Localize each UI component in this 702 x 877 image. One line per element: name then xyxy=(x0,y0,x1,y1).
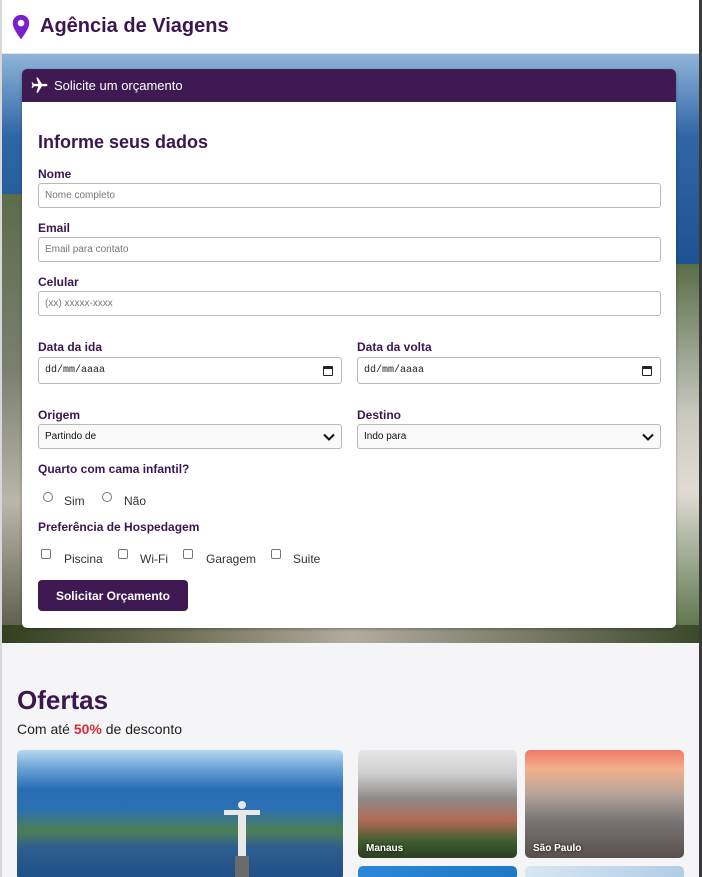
lodging-question: Preferência de Hospedagem xyxy=(38,520,200,534)
phone-label: Celular xyxy=(38,275,79,289)
christ-statue-image xyxy=(224,801,260,877)
offers-subtitle-prefix: Com até xyxy=(17,721,74,737)
return-date-label: Data da volta xyxy=(357,340,432,354)
radio-nao-label: Não xyxy=(124,494,147,508)
offer-tile-sao-paulo[interactable]: São Paulo xyxy=(525,750,684,858)
quote-card-header: Solicite um orçamento xyxy=(22,69,676,102)
name-input[interactable]: Nome completo xyxy=(38,183,661,208)
site-title[interactable]: Agência de Viagens xyxy=(40,15,229,38)
destination-select[interactable]: Indo para xyxy=(357,424,661,449)
offer-tile-partial-left[interactable] xyxy=(358,866,517,877)
name-label: Nome xyxy=(38,167,72,181)
airplane-icon xyxy=(31,77,48,93)
hero-coast-right xyxy=(673,264,699,643)
email-input[interactable]: Email para contato xyxy=(38,237,661,262)
discount-value: 50% xyxy=(73,721,102,737)
return-date-value: dd/mm/aaaa xyxy=(364,365,425,376)
departure-date-value: dd/mm/aaaa xyxy=(45,365,106,376)
offers-subtitle-suffix: de desconto xyxy=(101,721,183,737)
request-quote-button[interactable]: Solicitar Orçamento xyxy=(38,580,188,611)
offers-subtitle: Com até 50% de desconto xyxy=(17,721,182,737)
calendar-icon[interactable] xyxy=(642,365,652,376)
offer-city-manaus: Manaus xyxy=(366,843,404,854)
phone-input[interactable]: (xx) xxxxx-xxxx xyxy=(38,291,661,316)
email-label: Email xyxy=(38,221,71,235)
checkbox-wifi[interactable] xyxy=(118,549,128,559)
form-heading: Informe seus dados xyxy=(38,132,209,152)
offers-section: Ofertas Com até 50% de desconto Manaus S… xyxy=(2,643,699,877)
calendar-icon[interactable] xyxy=(323,365,333,376)
checkbox-garagem[interactable] xyxy=(183,549,193,559)
destination-label: Destino xyxy=(357,408,402,422)
offer-city-sao-paulo: São Paulo xyxy=(533,843,582,854)
checkbox-suite-label: Suite xyxy=(293,552,321,566)
origin-selected-value: Partindo de xyxy=(45,431,97,442)
offer-tile-rio[interactable] xyxy=(17,750,343,877)
departure-date-label: Data da ida xyxy=(38,340,103,354)
radio-nao[interactable] xyxy=(102,492,112,502)
radio-sim-label: Sim xyxy=(64,494,85,508)
checkbox-piscina[interactable] xyxy=(41,549,51,559)
offer-tile-partial-right[interactable] xyxy=(525,866,684,877)
site-header: Agência de Viagens xyxy=(0,0,702,54)
chevron-down-icon xyxy=(323,433,335,441)
chevron-down-icon xyxy=(642,433,654,441)
window-border-left xyxy=(0,0,2,877)
radio-sim[interactable] xyxy=(43,492,53,502)
map-pin-icon xyxy=(12,14,30,39)
child-bed-question: Quarto com cama infantil? xyxy=(38,462,190,476)
departure-date-input[interactable]: dd/mm/aaaa xyxy=(38,357,342,384)
destination-selected-value: Indo para xyxy=(364,431,407,442)
checkbox-suite[interactable] xyxy=(271,549,281,559)
offer-tile-manaus[interactable]: Manaus xyxy=(358,750,517,858)
checkbox-garagem-label: Garagem xyxy=(206,552,257,566)
return-date-input[interactable]: dd/mm/aaaa xyxy=(357,357,661,384)
quote-card-title: Solicite um orçamento xyxy=(54,78,183,93)
checkbox-piscina-label: Piscina xyxy=(64,552,103,566)
offers-title: Ofertas xyxy=(17,685,109,715)
origin-label: Origem xyxy=(38,408,81,422)
origin-select[interactable]: Partindo de xyxy=(38,424,342,449)
quote-form-card: Solicite um orçamento Informe seus dados… xyxy=(22,69,676,628)
checkbox-wifi-label: Wi-Fi xyxy=(140,552,168,566)
